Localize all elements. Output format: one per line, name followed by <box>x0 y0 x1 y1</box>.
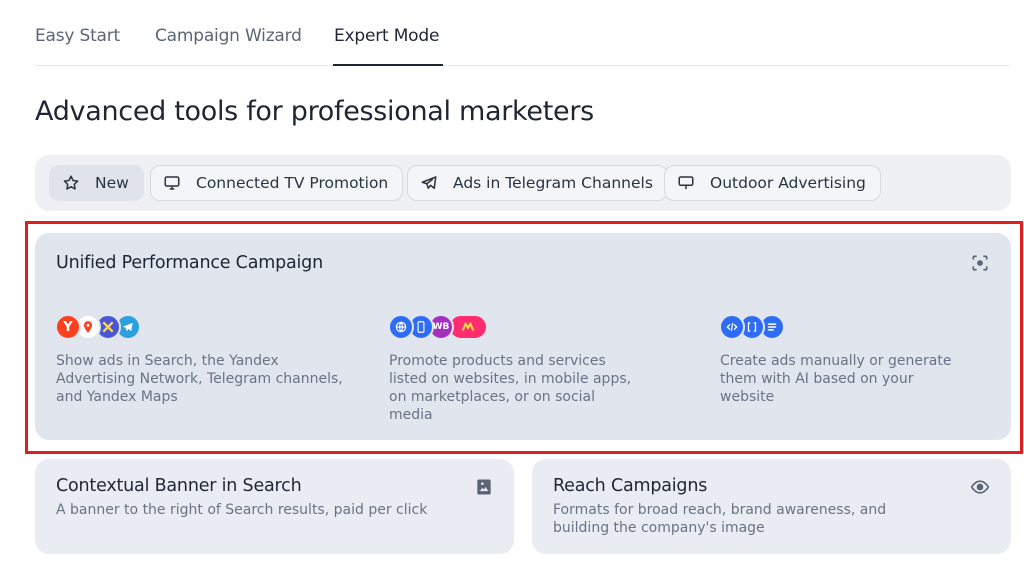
website-icon <box>388 314 414 340</box>
tab-campaign-wizard[interactable]: Campaign Wizard <box>155 26 302 46</box>
category-chip-bar: New Connected TV Promotion Ads in Telegr… <box>35 155 1011 211</box>
eye-icon <box>970 480 990 494</box>
card-description: Formats for broad reach, brand awareness… <box>553 502 887 536</box>
yandex-icon: Y <box>55 314 81 340</box>
monitor-icon <box>164 176 180 190</box>
card-description: A banner to the right of Search results,… <box>56 502 428 518</box>
chip-connected-tv[interactable]: Connected TV Promotion <box>150 165 404 201</box>
focus-icon[interactable] <box>970 253 990 273</box>
reach-campaigns-card[interactable]: Reach Campaigns Formats for broad reach,… <box>532 459 1011 554</box>
chip-telegram-ads[interactable]: Ads in Telegram Channels <box>407 165 668 201</box>
creative-icons <box>719 314 785 340</box>
star-icon <box>63 175 79 190</box>
card-title: Reach Campaigns <box>553 476 708 496</box>
page-title: Advanced tools for professional marketer… <box>35 96 594 127</box>
billboard-icon <box>678 176 694 189</box>
chip-label: New <box>95 174 129 192</box>
channel-icons: Y <box>55 314 141 340</box>
telegram-icon <box>421 176 437 189</box>
chip-new[interactable]: New <box>49 165 144 201</box>
image-icon <box>477 479 491 495</box>
card-title: Contextual Banner in Search <box>56 476 302 496</box>
chip-label: Ads in Telegram Channels <box>453 174 653 192</box>
unified-performance-campaign-card[interactable]: Unified Performance Campaign Y Show ads … <box>35 233 1011 440</box>
marketplace-icon <box>448 314 488 340</box>
tab-expert-mode[interactable]: Expert Mode <box>334 26 439 46</box>
placement-icons: WB <box>388 314 488 340</box>
active-tab-indicator <box>333 64 443 66</box>
card-title: Unified Performance Campaign <box>56 253 323 273</box>
channels-description: Show ads in Search, the Yandex Advertisi… <box>56 353 343 405</box>
creatives-description: Create ads manually or generate them wit… <box>720 353 952 405</box>
mode-tabs: Easy Start Campaign Wizard Expert Mode <box>35 0 1010 66</box>
tab-easy-start[interactable]: Easy Start <box>35 26 120 46</box>
chip-label: Outdoor Advertising <box>710 174 866 192</box>
code-icon <box>719 314 745 340</box>
chip-outdoor-advertising[interactable]: Outdoor Advertising <box>664 165 881 201</box>
contextual-banner-card[interactable]: Contextual Banner in Search A banner to … <box>35 459 514 554</box>
placements-description: Promote products and services listed on … <box>389 353 632 423</box>
chip-label: Connected TV Promotion <box>196 174 389 192</box>
